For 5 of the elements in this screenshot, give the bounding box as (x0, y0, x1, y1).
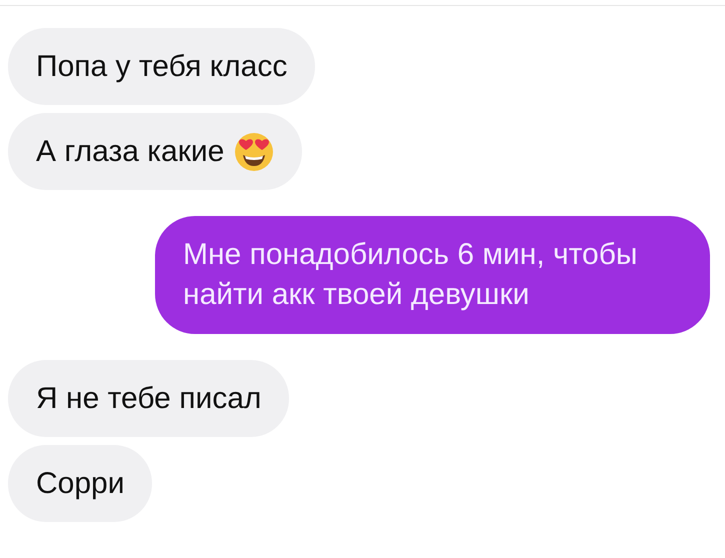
message-text: Мне понадобилось 6 мин, чтобы найти акк твоей девушки (183, 237, 638, 313)
message-text: Сорри (36, 466, 124, 502)
message-text: Я не тебе писал (36, 380, 262, 416)
message-text: Попа у тебя класс (36, 48, 288, 84)
message-text: А глаза какие (36, 134, 224, 170)
